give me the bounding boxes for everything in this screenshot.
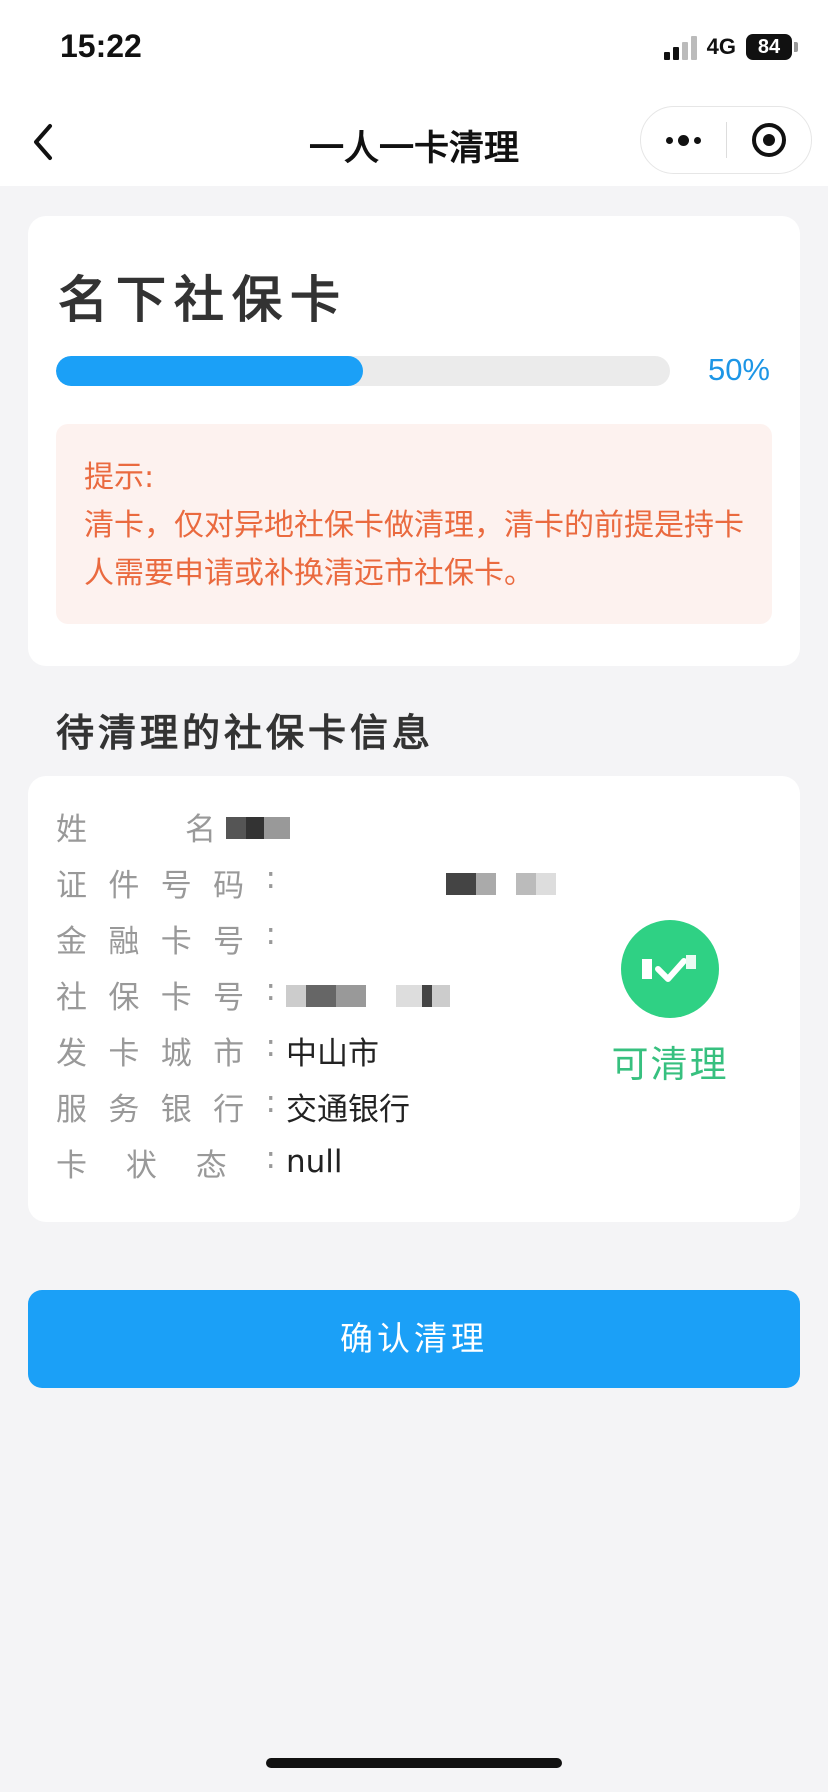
info-label: 金融卡号: [56, 915, 276, 960]
home-indicator [266, 1758, 562, 1768]
progress-label: 50% [707, 352, 770, 387]
status-indicators: 4G 84 [663, 34, 798, 60]
info-row: 社保卡号: [56, 971, 450, 1016]
info-value [286, 976, 450, 1012]
info-row: 金融卡号: [56, 915, 286, 960]
redacted-block [226, 816, 246, 839]
notice-body: 清卡，仅对异地社保卡做清理，清卡的前提是持卡人需要申请或补换清远市社保卡。 [84, 508, 744, 591]
card-info-card: 姓名证件号码: 金融卡号: 社保卡号: 发卡城市: 中山市服务银行: 交通银行卡状态: nu… [28, 776, 800, 1222]
redacted-block [286, 873, 446, 895]
section-title: 待清理的社保卡信息 [56, 711, 435, 755]
status-bar: 15:22 4G 84 [0, 0, 828, 98]
notice-title: 提示: [84, 460, 155, 495]
close-button[interactable] [727, 106, 812, 174]
info-label: 卡状态: [56, 1139, 276, 1184]
info-value [226, 808, 290, 844]
miniapp-capsule [640, 106, 812, 174]
info-row: 卡状态: null [56, 1139, 343, 1184]
info-label: 发卡城市: [56, 1027, 276, 1072]
progress-bar [56, 356, 670, 386]
status-label: 可清理 [611, 1043, 729, 1086]
info-label: 社保卡号: [56, 971, 276, 1016]
status-circle [621, 920, 719, 1018]
redacted-block [246, 816, 264, 839]
status-time: 15:22 [60, 28, 142, 64]
clearable-status: 可清理 [600, 920, 740, 1088]
battery-icon: 84 [746, 34, 798, 60]
info-label: 服务银行: [56, 1083, 276, 1128]
network-type: 4G [706, 34, 736, 59]
summary-card: 名下社保卡 50% 提示: 清卡，仅对异地社保卡做清理，清卡的前提是持卡人需要申… [28, 216, 800, 666]
confirm-clear-button[interactable]: 确认清理 [28, 1290, 800, 1388]
summary-title: 名下社保卡 [58, 271, 348, 329]
info-row: 服务银行: 交通银行 [56, 1083, 410, 1128]
redacted-block [286, 984, 306, 1007]
info-value: null [286, 1144, 343, 1180]
redacted-block [396, 984, 422, 1007]
redacted-block [516, 872, 536, 895]
info-value: 交通银行 [286, 1091, 410, 1128]
info-value [286, 864, 556, 900]
info-label: 证件号码: [56, 859, 276, 904]
redacted-block [476, 872, 496, 895]
info-row: 证件号码: [56, 859, 556, 904]
nav-bar: 一人一卡清理 [0, 98, 828, 186]
redacted-block [366, 985, 396, 1007]
redacted-block [336, 984, 366, 1007]
redacted-block [536, 872, 556, 895]
target-close-icon [751, 123, 786, 157]
redacted-block [306, 984, 336, 1007]
info-value: 中山市 [286, 1035, 379, 1072]
redacted-block [446, 872, 476, 895]
signal-icon [663, 34, 697, 60]
info-label: 姓名 [56, 811, 216, 848]
progress-fill [56, 356, 363, 386]
redacted-block [496, 873, 516, 895]
notice-box: 提示: 清卡，仅对异地社保卡做清理，清卡的前提是持卡人需要申请或补换清远市社保卡… [56, 424, 772, 624]
redacted-block [264, 816, 290, 839]
redacted-block [432, 984, 450, 1007]
info-row: 发卡城市: 中山市 [56, 1027, 379, 1072]
page: 15:22 4G 84 一人一卡清理 名下社保卡 50% 提示: 清卡，仅对异地… [0, 0, 828, 1792]
more-dots-icon [665, 136, 673, 144]
info-row: 姓名 [56, 806, 290, 848]
check-icon [642, 955, 696, 982]
redacted-block [422, 984, 432, 1007]
more-button[interactable] [641, 106, 726, 174]
